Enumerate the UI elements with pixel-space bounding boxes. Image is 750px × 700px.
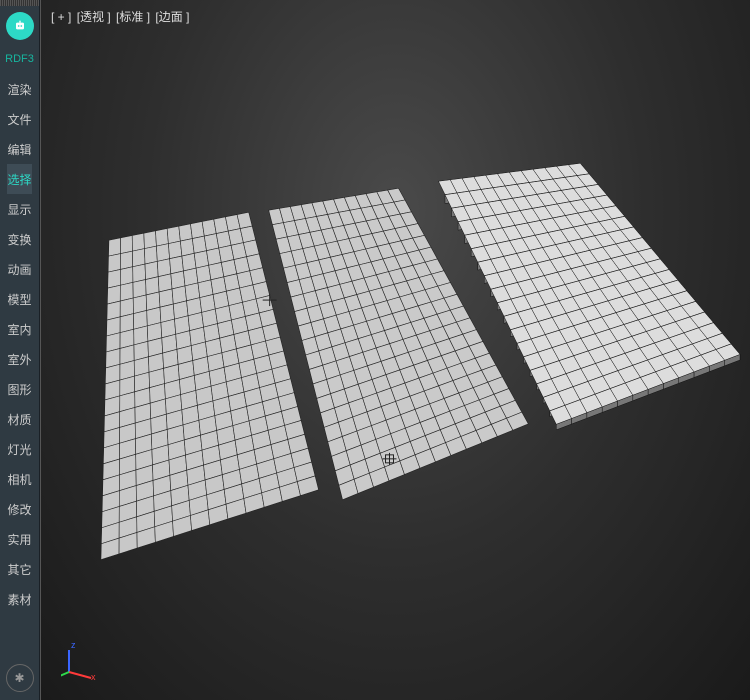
sidebar-item-15[interactable]: 实用 [7,524,31,554]
sidebar-item-label: 修改 [7,501,31,518]
sidebar-item-label: 文件 [7,111,31,128]
sidebar-item-13[interactable]: 相机 [7,464,31,494]
sidebar-item-0[interactable]: 渲染 [7,74,31,104]
sidebar-item-11[interactable]: 材质 [7,404,31,434]
sidebar-item-label: 渲染 [7,81,31,98]
axis-x-label: x [91,672,96,680]
sidebar-item-6[interactable]: 动画 [7,254,31,284]
robot-icon [12,18,28,34]
sidebar-item-label: 室内 [7,321,31,338]
sidebar-item-16[interactable]: 其它 [7,554,31,584]
brand-text: RDF3 [5,53,34,65]
sidebar-item-12[interactable]: 灯光 [7,434,31,464]
sidebar-item-label: 素材 [7,591,31,608]
sidebar-item-label: 变换 [7,231,31,248]
viewport[interactable]: [ + ] [透视 ] [标准 ] [边面 ] z x y [40,0,750,700]
sidebar-item-10[interactable]: 图形 [7,374,31,404]
sidebar-item-label: 动画 [7,261,31,278]
sidebar-item-2[interactable]: 编辑 [7,134,31,164]
brand-label[interactable]: RDF3 [0,44,39,74]
sidebar: RDF3 渲染文件编辑选择显示变换动画模型室内室外图形材质灯光相机修改实用其它素… [0,0,40,700]
sidebar-item-1[interactable]: 文件 [7,104,31,134]
sidebar-item-14[interactable]: 修改 [7,494,31,524]
sidebar-item-17[interactable]: 素材 [7,584,31,614]
settings-button[interactable]: ✱ [6,664,34,692]
sidebar-item-5[interactable]: 变换 [7,224,31,254]
viewport-canvas[interactable] [41,0,750,700]
sidebar-item-label: 图形 [7,381,31,398]
gear-icon: ✱ [14,671,24,685]
sidebar-grip[interactable] [0,0,39,6]
sidebar-item-7[interactable]: 模型 [7,284,31,314]
sidebar-item-3[interactable]: 选择 [7,164,31,194]
axis-z-label: z [71,640,76,650]
sidebar-item-label: 灯光 [7,441,31,458]
sidebar-item-label: 模型 [7,291,31,308]
sidebar-item-label: 材质 [7,411,31,428]
sidebar-item-label: 实用 [7,531,31,548]
sidebar-item-label: 选择 [7,171,31,188]
sidebar-item-4[interactable]: 显示 [7,194,31,224]
sidebar-item-9[interactable]: 室外 [7,344,31,374]
sidebar-item-8[interactable]: 室内 [7,314,31,344]
app-logo[interactable] [6,12,34,40]
sidebar-item-label: 显示 [7,201,31,218]
sidebar-item-label: 其它 [7,561,31,578]
sidebar-item-label: 编辑 [7,141,31,158]
sidebar-item-label: 室外 [7,351,31,368]
sidebar-item-label: 相机 [7,471,31,488]
axis-gizmo[interactable]: z x y [61,640,101,680]
